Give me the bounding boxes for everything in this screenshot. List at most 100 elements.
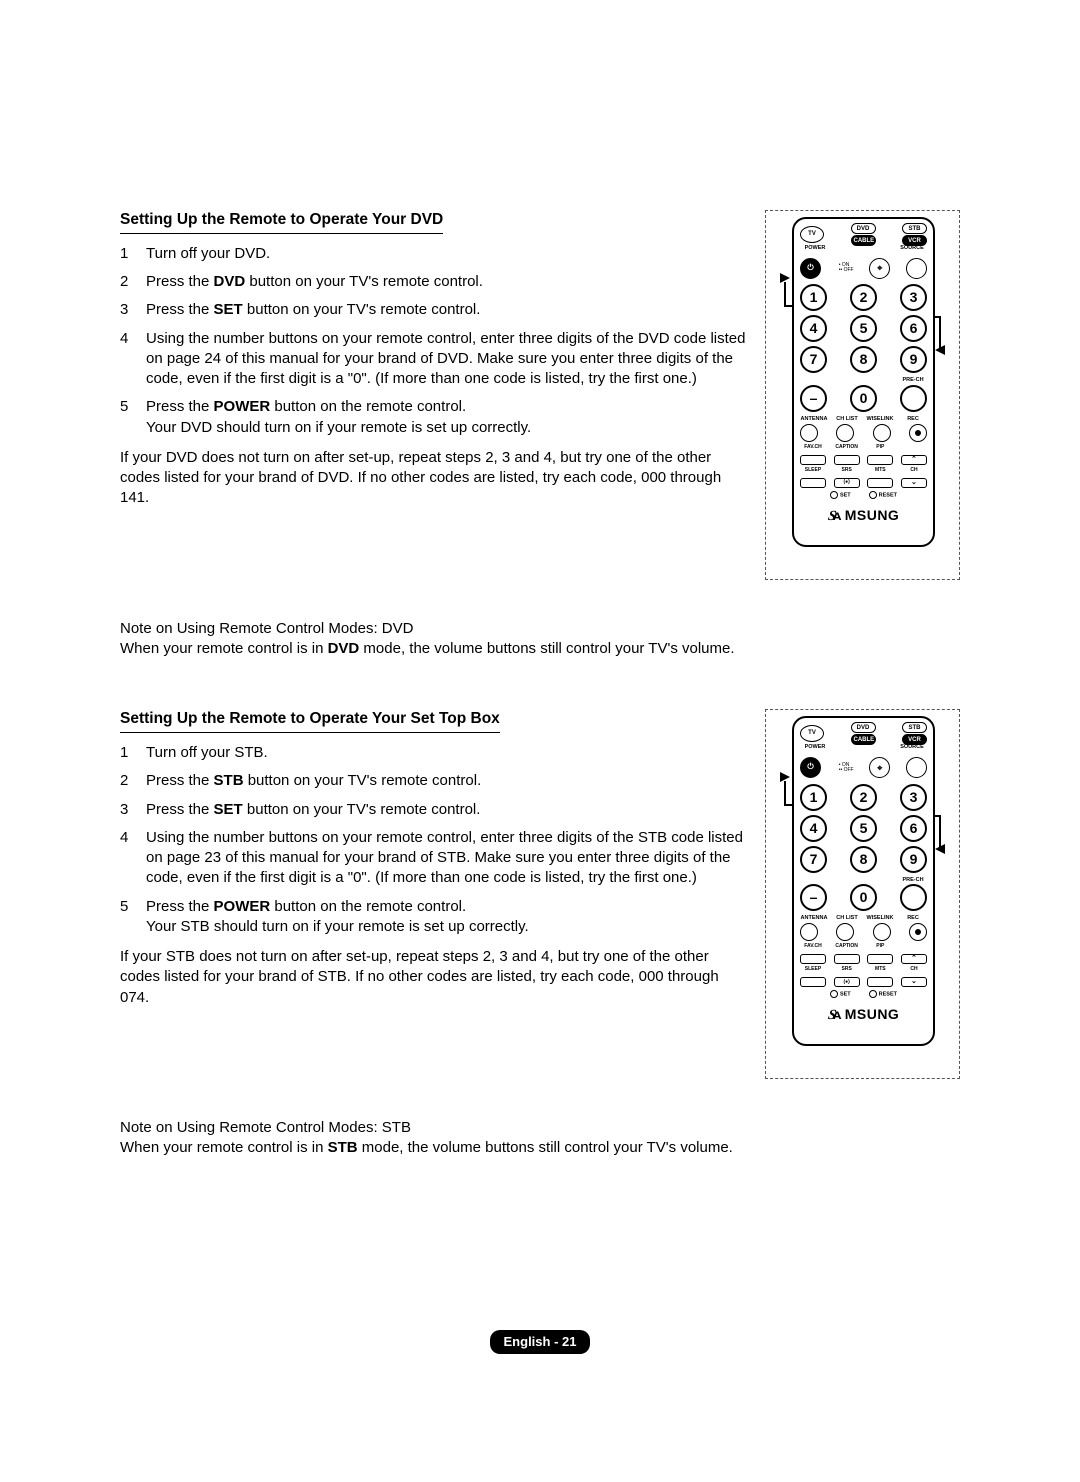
section-dvd: Setting Up the Remote to Operate Your DV… (120, 210, 960, 659)
minus-button: – (800, 884, 827, 911)
cable-mode-button: CABLE (851, 734, 876, 745)
num-9-button: 9 (900, 846, 927, 873)
text-column: Setting Up the Remote to Operate Your Se… (120, 709, 747, 1158)
remote-diagram: TV DVD CABLE STB VCR POWER SOURCE (765, 709, 960, 1079)
mts-label: MTS (867, 966, 893, 973)
antenna-button (800, 424, 818, 442)
text-column: Setting Up the Remote to Operate Your DV… (120, 210, 747, 659)
pip-button (867, 954, 893, 964)
step-num: 3 (120, 800, 146, 820)
note-body: When your remote control is in STB mode,… (120, 1138, 747, 1158)
num-5-button: 5 (850, 315, 877, 342)
favch-label: FAV.CH (800, 444, 826, 451)
cable-mode-button: CABLE (851, 235, 876, 246)
number-pad: 1 2 3 4 5 6 7 8 9 (800, 784, 927, 911)
ch-label: CH (901, 467, 927, 474)
set-label: SET (830, 491, 851, 500)
antenna-label: ANTENNA (800, 416, 828, 423)
reset-label: RESET (869, 990, 897, 999)
num-9-button: 9 (900, 346, 927, 373)
section-heading: Setting Up the Remote to Operate Your DV… (120, 210, 443, 234)
chlist-button (836, 424, 854, 442)
sleep-label: SLEEP (800, 966, 826, 973)
antenna-button (800, 923, 818, 941)
srs-label: SRS (834, 966, 860, 973)
sleep-button (800, 977, 826, 987)
favch-button (800, 954, 826, 964)
step-text: Using the number buttons on your remote … (146, 828, 747, 889)
arrow-line (784, 781, 786, 805)
remote-body: TV DVD CABLE STB VCR POWER SOURCE (792, 217, 935, 547)
vcr-mode-button: VCR (902, 734, 927, 745)
step-num: 5 (120, 897, 146, 938)
num-6-button: 6 (900, 815, 927, 842)
minus-button: – (800, 385, 827, 412)
step-text: Press the POWER button on the remote con… (146, 397, 747, 438)
wiselink-label: WISELINK (866, 416, 894, 423)
num-8-button: 8 (850, 846, 877, 873)
rec-label: REC (899, 915, 927, 922)
remote-diagram-col: TV DVD CABLE STB VCR POWER SOURCE (765, 210, 960, 659)
step-num: 1 (120, 244, 146, 264)
num-7-button: 7 (800, 846, 827, 873)
page-number-badge: English - 21 (490, 1330, 591, 1354)
onoff-label: • ON•• OFF (839, 763, 854, 773)
num-0-button: 0 (850, 884, 877, 911)
srs-button: (●) (834, 478, 860, 488)
power-button: ⏻ (800, 757, 821, 778)
source-button (906, 258, 927, 279)
tv-mode-button: TV (800, 226, 824, 243)
rec-button (909, 424, 927, 442)
step-num: 1 (120, 743, 146, 763)
wiselink-label: WISELINK (866, 915, 894, 922)
arrow-line (784, 282, 786, 306)
num-1-button: 1 (800, 784, 827, 811)
chlist-label: CH LIST (833, 915, 861, 922)
num-3-button: 3 (900, 284, 927, 311)
ch-down-button: ⌄ (901, 977, 927, 987)
brand-logo: SᴀMSUNG (800, 1005, 927, 1026)
steps-list: 1Turn off your DVD. 2Press the DVD butto… (120, 244, 747, 438)
num-7-button: 7 (800, 346, 827, 373)
caption-button (834, 954, 860, 964)
mts-button (867, 478, 893, 488)
favch-button (800, 455, 826, 465)
dvd-mode-button: DVD (851, 223, 876, 234)
power-label: POWER (800, 245, 830, 252)
num-1-button: 1 (800, 284, 827, 311)
caption-label: CAPTION (834, 943, 860, 950)
step-text: Press the POWER button on the remote con… (146, 897, 747, 938)
note-block: Note on Using Remote Control Modes: DVD … (120, 619, 747, 660)
onoff-label: • ON•• OFF (839, 263, 854, 273)
step-num: 4 (120, 828, 146, 889)
step-num: 5 (120, 397, 146, 438)
vcr-mode-button: VCR (902, 235, 927, 246)
remote-diagram: TV DVD CABLE STB VCR POWER SOURCE (765, 210, 960, 580)
pip-label: PIP (867, 444, 893, 451)
step-text: Press the SET button on your TV's remote… (146, 800, 747, 820)
stb-mode-button: STB (902, 722, 927, 733)
chlist-button (836, 923, 854, 941)
dvd-mode-button: DVD (851, 722, 876, 733)
prech-label: PRE-CH (899, 877, 927, 884)
sleep-label: SLEEP (800, 467, 826, 474)
wiselink-button (873, 424, 891, 442)
followup-text: If your STB does not turn on after set-u… (120, 947, 747, 1008)
arrow-line (939, 316, 941, 350)
num-4-button: 4 (800, 315, 827, 342)
chlist-label: CH LIST (833, 416, 861, 423)
power-button: ⏻ (800, 258, 821, 279)
num-3-button: 3 (900, 784, 927, 811)
section-stb: Setting Up the Remote to Operate Your Se… (120, 709, 960, 1158)
ch-up-button: ⌃ (901, 954, 927, 964)
step-text: Using the number buttons on your remote … (146, 329, 747, 390)
step-num: 4 (120, 329, 146, 390)
set-label: SET (830, 990, 851, 999)
stb-mode-button: STB (902, 223, 927, 234)
brand-logo: SᴀMSUNG (800, 506, 927, 527)
wiselink-button (873, 923, 891, 941)
srs-label: SRS (834, 467, 860, 474)
tv-mode-button: TV (800, 725, 824, 742)
step-text: Press the STB button on your TV's remote… (146, 771, 747, 791)
step-text: Press the SET button on your TV's remote… (146, 300, 747, 320)
